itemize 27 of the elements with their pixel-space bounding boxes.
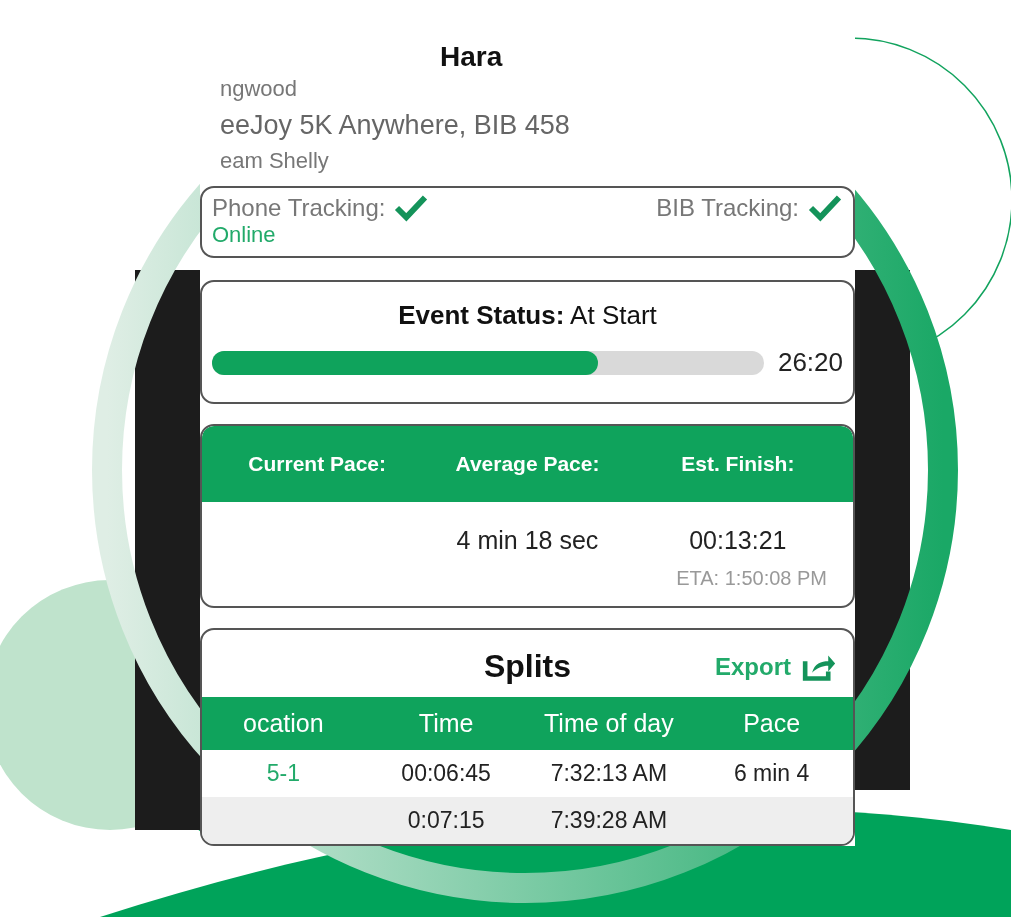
column-header: Current Pace: xyxy=(247,452,387,476)
column-header: Pace xyxy=(742,709,802,738)
event-name: eeJoy 5K Anywhere, BIB 458 xyxy=(220,109,571,142)
splits-title: Splits xyxy=(483,648,572,685)
table-cell: 00:06:45 xyxy=(401,760,491,786)
table-cell: 0:07:15 xyxy=(407,807,485,833)
elapsed-time: 26:20 xyxy=(777,347,843,378)
column-header: Average Pace: xyxy=(454,452,601,476)
tracking-status: Online xyxy=(212,222,277,248)
table-cell: 7:39:28 AM xyxy=(550,807,668,833)
runner-name: Hara xyxy=(440,40,504,74)
bib-tracking-label: BIB Tracking: xyxy=(656,194,799,222)
phone-tracking-label: Phone Tracking: xyxy=(212,194,386,222)
column-header: Time xyxy=(417,709,475,738)
runner-club: ngwood xyxy=(220,75,299,103)
export-link[interactable]: Export xyxy=(715,651,837,682)
event-status-text: Event Status: At Start xyxy=(397,300,658,331)
table-cell: 7:32:13 AM xyxy=(550,760,668,786)
column-header: ocation xyxy=(242,709,325,738)
team-name: eam Shelly xyxy=(220,147,330,175)
pace-value: 4 min 18 sec xyxy=(456,526,599,554)
column-header: Est. Finish: xyxy=(680,452,796,476)
eta-text: ETA: 1:50:08 PM xyxy=(675,567,828,591)
table-cell: 6 min 4 xyxy=(733,760,810,786)
pace-value: 00:13:21 xyxy=(689,526,787,554)
column-header: Time of day xyxy=(543,709,675,738)
table-cell: 5-1 xyxy=(266,760,300,786)
